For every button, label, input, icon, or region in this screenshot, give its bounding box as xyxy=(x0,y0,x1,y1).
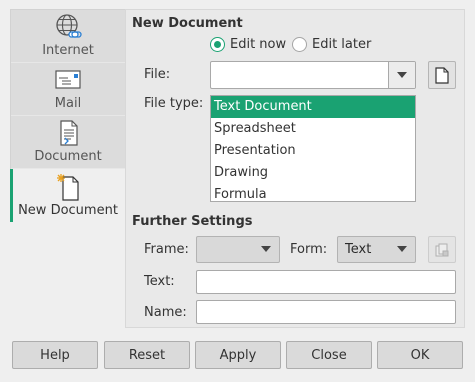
sidebar-item-label: Internet xyxy=(42,43,94,58)
sidebar-item-mail[interactable]: Mail xyxy=(11,63,125,116)
file-icon xyxy=(435,66,449,84)
envelope-icon xyxy=(55,70,81,89)
ok-button[interactable]: OK xyxy=(377,341,463,369)
list-item[interactable]: Text Document xyxy=(211,96,415,118)
radio-selected-indicator xyxy=(210,37,225,52)
apply-button[interactable]: Apply xyxy=(195,341,281,369)
form-label: Form: xyxy=(290,242,328,257)
radio-edit-now-label: Edit now xyxy=(230,37,287,52)
name-label: Name: xyxy=(144,305,187,320)
radio-edit-later-label: Edit later xyxy=(312,37,372,52)
sidebar-item-label: Mail xyxy=(54,96,82,111)
radio-edit-later[interactable]: Edit later xyxy=(292,37,371,52)
sidebar-item-label: New Document xyxy=(18,203,118,218)
further-settings-heading: Further Settings xyxy=(132,214,253,229)
document-icon xyxy=(60,120,78,146)
new-document-heading: New Document xyxy=(132,16,243,31)
globe-icon xyxy=(56,14,82,38)
text-input-value xyxy=(197,274,202,289)
frame-dropdown[interactable] xyxy=(196,236,280,263)
text-label: Text: xyxy=(144,274,175,289)
sidebar-item-internet[interactable]: Internet xyxy=(11,10,125,63)
frame-label: Frame: xyxy=(144,242,189,257)
name-input-value xyxy=(197,304,202,319)
list-item[interactable]: Presentation xyxy=(211,140,415,162)
text-input[interactable] xyxy=(196,270,456,294)
list-item[interactable]: Formula xyxy=(211,184,415,201)
chevron-down-icon[interactable] xyxy=(388,62,415,88)
form-dropdown[interactable]: Text xyxy=(337,236,416,263)
document-stack-icon xyxy=(435,243,449,256)
file-type-label: File type: xyxy=(144,96,204,111)
sidebar-item-document[interactable]: Document xyxy=(11,116,125,169)
form-dropdown-value: Text xyxy=(345,242,372,257)
sidebar-item-label: Document xyxy=(34,149,102,164)
radio-edit-now[interactable]: Edit now xyxy=(210,37,286,52)
close-button[interactable]: Close xyxy=(286,341,372,369)
reset-button[interactable]: Reset xyxy=(104,341,190,369)
file-combobox-value[interactable] xyxy=(211,62,388,88)
new-document-icon xyxy=(57,174,79,201)
list-item[interactable]: Spreadsheet xyxy=(211,118,415,140)
file-combobox[interactable] xyxy=(210,61,416,89)
file-type-listbox[interactable]: Text Document Spreadsheet Presentation D… xyxy=(210,95,416,202)
category-sidebar: Internet Mail Document New Document xyxy=(10,9,126,222)
sidebar-item-new-document[interactable]: New Document xyxy=(10,169,125,222)
name-input[interactable] xyxy=(196,300,456,324)
settings-panel: New Document Edit now Edit later File: F… xyxy=(125,9,465,328)
radio-unselected-indicator xyxy=(292,37,307,52)
help-button[interactable]: Help xyxy=(12,341,98,369)
list-item[interactable]: Drawing xyxy=(211,162,415,184)
file-label: File: xyxy=(144,67,171,82)
form-options-button[interactable] xyxy=(428,236,456,263)
browse-file-button[interactable] xyxy=(428,61,456,89)
